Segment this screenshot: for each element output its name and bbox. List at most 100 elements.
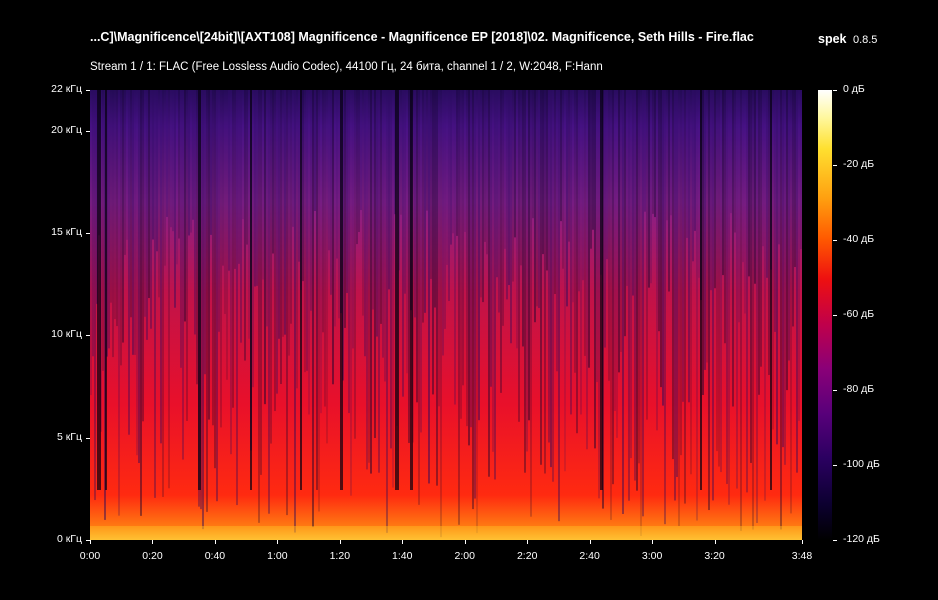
colorbar-tick	[833, 540, 837, 541]
spectrogram-texture	[180, 90, 182, 368]
spectrogram-texture	[404, 90, 406, 294]
spectrogram-texture	[138, 90, 140, 463]
spectrogram-texture	[488, 90, 490, 477]
spectrogram-texture	[578, 90, 580, 292]
spectrogram-texture	[114, 90, 116, 320]
spectrogram-texture	[586, 90, 588, 450]
spectrogram-texture	[532, 90, 534, 219]
spectrogram-texture	[574, 90, 576, 373]
spectrogram-texture	[604, 90, 606, 348]
spectrogram-texture	[176, 90, 178, 265]
spectrogram-texture	[436, 90, 438, 486]
spectrogram-texture	[528, 90, 530, 421]
spectrogram-texture	[792, 90, 794, 327]
spectrogram-texture	[524, 90, 526, 473]
spectrogram-texture	[336, 90, 338, 259]
spectrogram-texture	[126, 90, 128, 240]
spectrogram-texture	[572, 90, 574, 303]
x-tick-label: 3:48	[791, 550, 813, 562]
spectrogram-texture	[348, 90, 350, 414]
spectrogram-texture	[444, 90, 446, 329]
spectrogram-texture	[392, 90, 394, 488]
x-tick	[90, 540, 91, 544]
x-tick-label: 1:40	[392, 550, 413, 562]
spectrogram-texture	[722, 90, 724, 276]
spectrogram-texture	[662, 90, 664, 406]
spectrogram-texture	[378, 90, 380, 473]
spectrogram-texture	[746, 90, 748, 493]
spectrogram-texture	[290, 90, 292, 324]
spectrogram-texture	[740, 90, 742, 531]
spectrogram-texture	[192, 90, 194, 220]
y-tick	[86, 233, 90, 235]
spectrogram-texture	[178, 90, 180, 239]
spectrogram-texture	[108, 90, 110, 349]
spectrogram-texture	[606, 90, 608, 260]
spectrogram-texture	[742, 90, 744, 263]
spectrogram-texture	[672, 90, 674, 460]
spectrogram-dropout	[300, 90, 302, 490]
spectrogram-texture	[668, 90, 670, 292]
spectrogram-texture	[758, 90, 760, 395]
y-tick	[86, 130, 90, 132]
spectrogram-texture	[502, 90, 504, 326]
spectrogram-texture	[688, 90, 690, 403]
spectrogram-texture	[544, 90, 546, 474]
x-tick-label: 1:20	[329, 550, 351, 562]
spectrogram-texture	[244, 90, 246, 361]
spectrogram-texture	[214, 90, 216, 469]
spectrogram-texture	[686, 90, 688, 238]
spectrogram-texture	[390, 90, 392, 449]
spectrogram-texture	[486, 90, 488, 255]
spectrogram-texture	[282, 90, 284, 337]
x-tick	[277, 540, 279, 544]
spectrogram-texture	[242, 90, 244, 220]
spectrogram-texture	[702, 90, 704, 395]
spectrogram-dropout	[105, 90, 107, 490]
spectrogram-texture	[134, 90, 136, 355]
spectrogram-texture	[454, 90, 456, 405]
spectrogram-texture	[648, 90, 650, 288]
spectrogram-texture	[370, 90, 372, 474]
x-tick-label: 3:00	[641, 550, 663, 562]
spectrogram-texture	[664, 90, 666, 525]
x-tick	[527, 540, 529, 544]
spectrogram-texture	[766, 90, 768, 278]
spectrogram-texture	[634, 90, 636, 481]
spectrogram-texture	[326, 90, 328, 444]
spectrogram-texture	[492, 90, 494, 452]
spectrogram-texture	[756, 90, 758, 523]
spectrogram-texture	[268, 90, 270, 514]
spectrogram-texture	[228, 90, 230, 271]
spectrogram-texture	[534, 90, 536, 323]
spectrogram-texture	[330, 90, 332, 295]
spectrogram-texture	[482, 90, 484, 303]
spectrogram-texture	[660, 90, 662, 388]
spectrogram-texture	[638, 90, 640, 464]
colorbar-tick-label: -20 дБ	[843, 158, 875, 170]
spectrogram-texture	[650, 90, 652, 284]
spectrogram-texture	[316, 90, 318, 490]
spectrogram-texture	[308, 90, 310, 415]
file-title: ...C]\Magnificence\[24bit]\[AXT108] Magn…	[90, 30, 754, 44]
spectrogram-texture	[120, 90, 122, 366]
spectrogram-texture	[540, 90, 542, 465]
spectrogram-texture	[772, 90, 774, 430]
spectrogram-texture	[680, 90, 682, 456]
spectrogram-texture	[432, 90, 434, 395]
spectrogram-texture	[788, 90, 790, 361]
spectrogram-texture	[624, 90, 626, 337]
spectrogram-texture	[158, 90, 160, 298]
spectrogram-texture	[620, 90, 622, 352]
spectrogram-texture	[346, 90, 348, 293]
spectrogram-texture	[450, 90, 452, 245]
spectrogram-texture	[256, 90, 258, 286]
x-tick	[339, 540, 341, 544]
spectrogram-texture	[162, 90, 164, 497]
spectrogram-texture	[366, 90, 368, 470]
spectrogram-texture	[768, 90, 770, 375]
spectrogram-texture	[164, 90, 166, 266]
spectrogram-texture	[778, 90, 780, 245]
spectrogram-texture	[350, 90, 352, 496]
colorbar-tick	[833, 240, 837, 241]
